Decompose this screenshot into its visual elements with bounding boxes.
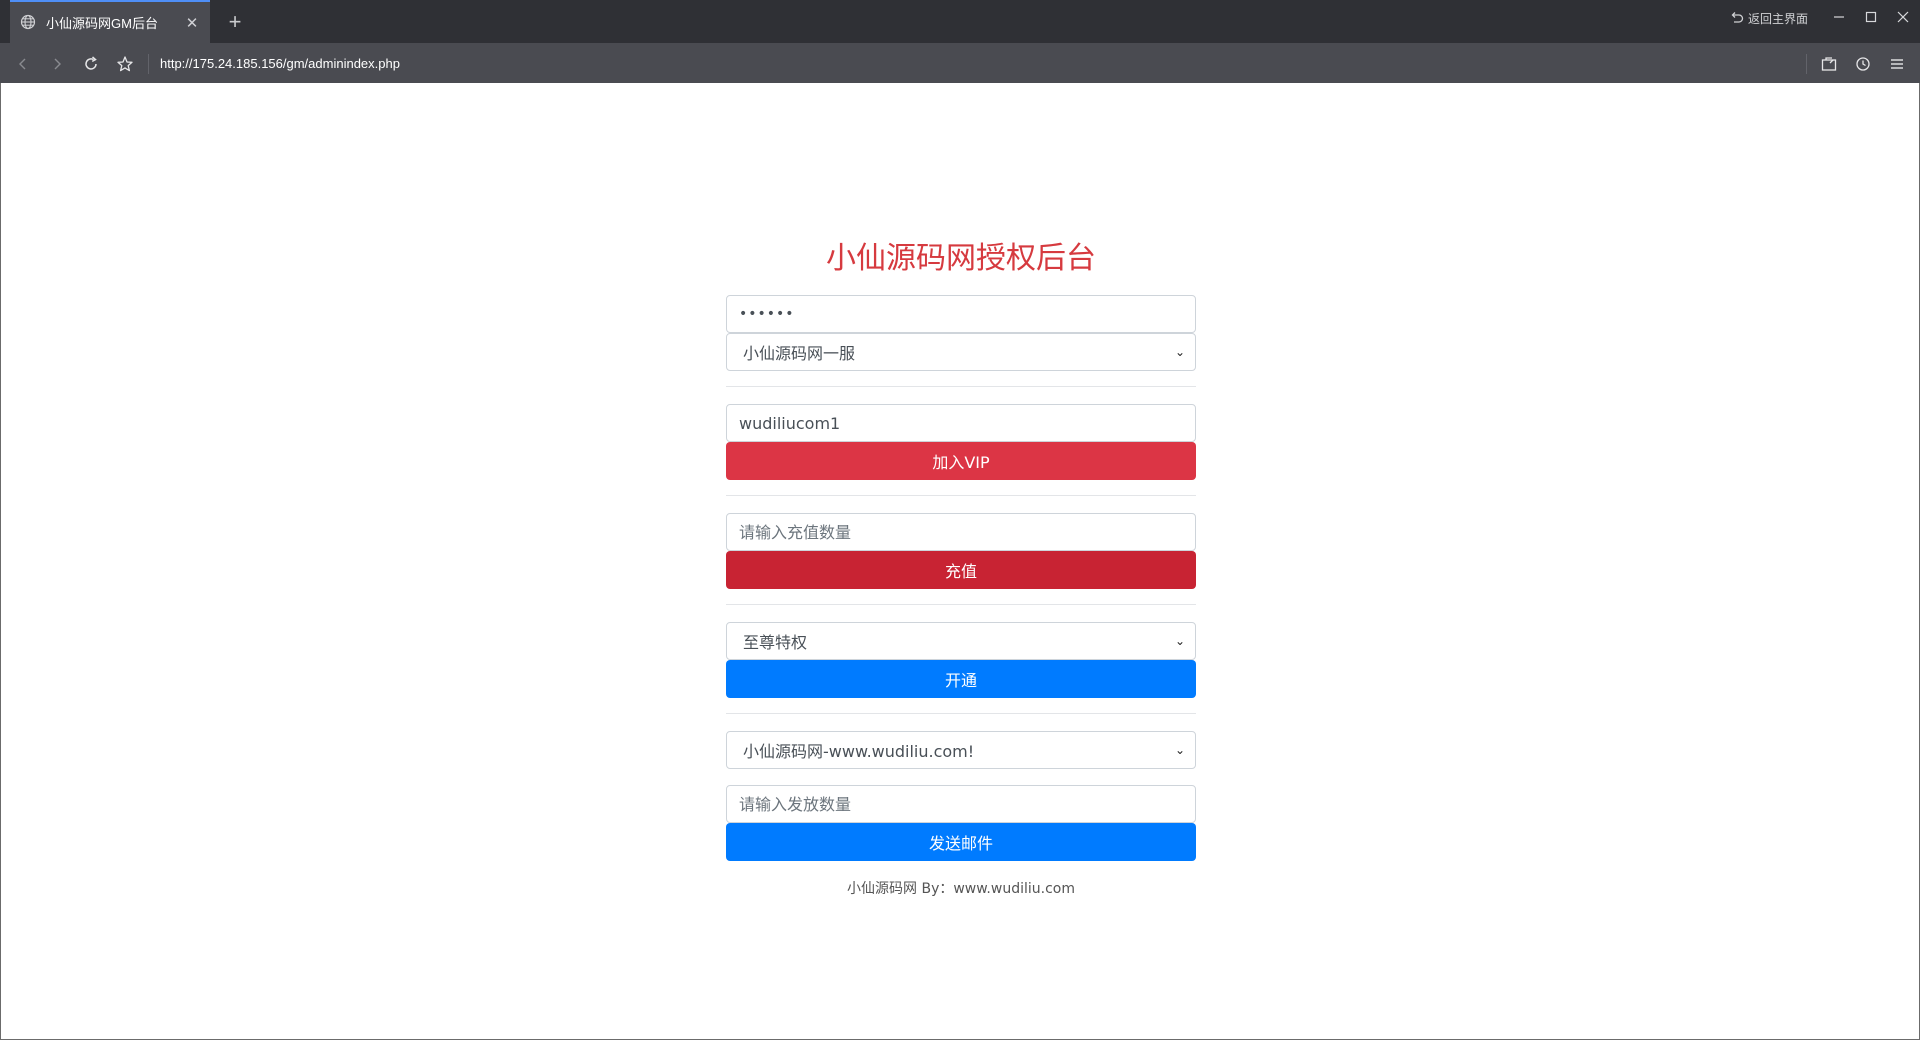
new-tab-plus-icon[interactable]: + <box>222 9 248 35</box>
tab-title: 小仙源码网GM后台 <box>46 16 158 31</box>
server-select[interactable]: 小仙源码网一服 ⌄ <box>726 333 1196 371</box>
send-mail-button[interactable]: 发送邮件 <box>726 823 1196 861</box>
toolbar-divider <box>148 54 149 74</box>
return-home-button[interactable]: 返回主界面 <box>1730 8 1808 28</box>
page-viewport: 小仙源码网授权后台 小仙源码网一服 ⌄ 加入VIP 充值 至尊特权 ⌄ 开通 小… <box>0 83 1920 1040</box>
account-field[interactable] <box>726 404 1196 442</box>
recharge-button[interactable]: 充值 <box>726 551 1196 589</box>
privilege-select[interactable]: 至尊特权 ⌄ <box>726 622 1196 660</box>
screenshot-folder-icon[interactable] <box>1816 51 1842 77</box>
menu-icon[interactable] <box>1884 51 1910 77</box>
toolbar-divider <box>1806 54 1807 74</box>
return-home-label: 返回主界面 <box>1748 11 1809 26</box>
history-icon[interactable] <box>1850 51 1876 77</box>
footer-credit: 小仙源码网 By：www.wudiliu.com <box>847 881 1075 897</box>
privilege-select-value: 至尊特权 <box>743 633 808 652</box>
server-select-value: 小仙源码网一服 <box>743 344 856 363</box>
address-bar[interactable] <box>160 54 1790 74</box>
browser-toolbar <box>0 43 1920 83</box>
maximize-icon[interactable] <box>1858 6 1884 28</box>
section-divider <box>726 495 1196 496</box>
chevron-down-icon: ⌄ <box>1174 345 1185 359</box>
close-window-icon[interactable] <box>1890 6 1916 28</box>
undo-arrow-icon <box>1730 11 1744 25</box>
password-field[interactable] <box>726 295 1196 333</box>
section-divider <box>726 713 1196 714</box>
browser-tab[interactable]: 小仙源码网GM后台 ✕ <box>10 0 210 43</box>
back-icon[interactable] <box>10 51 36 77</box>
tab-close-icon[interactable]: ✕ <box>180 11 204 35</box>
page-title: 小仙源码网授权后台 <box>826 241 1096 276</box>
globe-icon <box>20 14 38 32</box>
section-divider <box>726 604 1196 605</box>
add-vip-button[interactable]: 加入VIP <box>726 442 1196 480</box>
chevron-down-icon: ⌄ <box>1174 634 1185 648</box>
bookmark-star-icon[interactable] <box>112 51 138 77</box>
browser-title-bar: 小仙源码网GM后台 ✕ + 返回主界面 <box>0 0 1920 43</box>
minimize-icon[interactable] <box>1826 6 1852 28</box>
activate-button[interactable]: 开通 <box>726 660 1196 698</box>
mail-amount-input[interactable] <box>726 785 1196 823</box>
reload-icon[interactable] <box>78 51 104 77</box>
forward-icon[interactable] <box>44 51 70 77</box>
chevron-down-icon: ⌄ <box>1174 743 1185 757</box>
recharge-amount-input[interactable] <box>726 513 1196 551</box>
section-divider <box>726 386 1196 387</box>
mail-item-select[interactable]: 小仙源码网-www.wudiliu.com! ⌄ <box>726 731 1196 769</box>
mail-item-select-value: 小仙源码网-www.wudiliu.com! <box>743 742 975 761</box>
